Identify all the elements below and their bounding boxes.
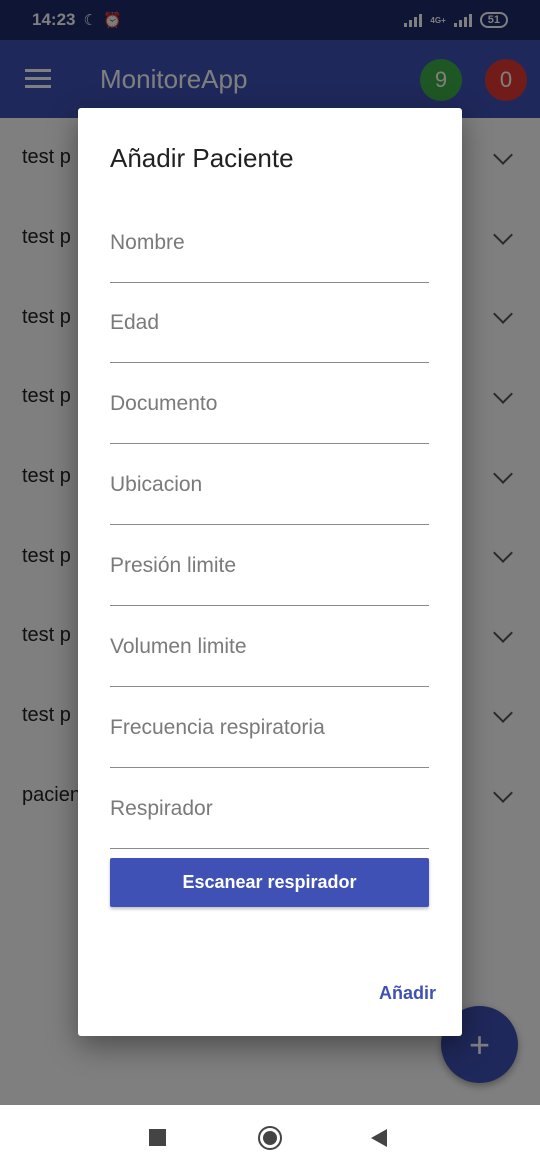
respirador-input[interactable] xyxy=(110,797,429,821)
dialog-title: Añadir Paciente xyxy=(110,143,294,173)
ubicacion-field xyxy=(110,455,429,525)
presion-field xyxy=(110,536,429,606)
documento-field xyxy=(110,374,429,444)
scan-respirator-button[interactable]: Escanear respirador xyxy=(110,858,429,907)
home-icon[interactable] xyxy=(258,1126,282,1150)
frecuencia-field xyxy=(110,698,429,768)
presion-limite-input[interactable] xyxy=(110,554,429,578)
edad-field xyxy=(110,293,429,363)
add-button[interactable]: Añadir xyxy=(379,983,436,1004)
add-patient-dialog: Añadir Paciente Escanear respirador Añad… xyxy=(78,108,462,1036)
system-nav-bar xyxy=(0,1105,540,1170)
documento-input[interactable] xyxy=(110,392,429,416)
nombre-input[interactable] xyxy=(110,231,429,255)
volumen-field xyxy=(110,617,429,687)
nombre-field xyxy=(110,213,429,283)
ubicacion-input[interactable] xyxy=(110,473,429,497)
edad-input[interactable] xyxy=(110,311,429,335)
respirador-field xyxy=(110,779,429,849)
back-icon[interactable] xyxy=(371,1129,387,1147)
frecuencia-respiratoria-input[interactable] xyxy=(110,716,429,740)
recents-icon[interactable] xyxy=(149,1129,166,1146)
volumen-limite-input[interactable] xyxy=(110,635,429,659)
